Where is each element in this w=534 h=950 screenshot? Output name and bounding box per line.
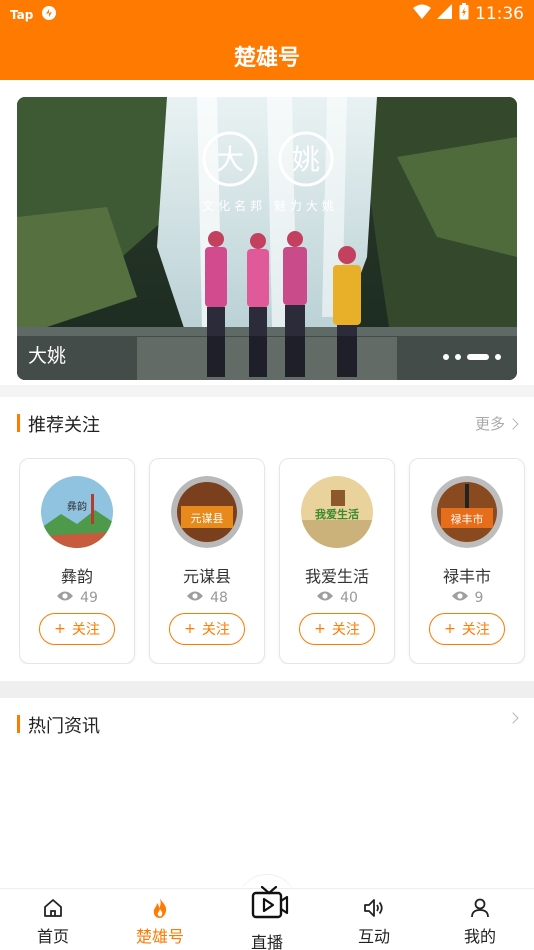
carousel-dot[interactable] bbox=[455, 354, 461, 360]
status-bar: Tap 11:36 bbox=[0, 0, 534, 28]
eye-icon bbox=[56, 590, 74, 606]
carousel-dot[interactable] bbox=[495, 354, 501, 360]
avatar-text: 元谋县 bbox=[191, 512, 224, 525]
view-count: 9 bbox=[410, 590, 524, 606]
view-count: 40 bbox=[280, 590, 394, 606]
tab-live[interactable]: 直播 bbox=[227, 885, 307, 950]
app-header: Tap 11:36 楚雄号 bbox=[0, 0, 534, 80]
follow-label: 关注 bbox=[461, 622, 490, 638]
view-count-value: 40 bbox=[340, 590, 358, 606]
life-logo-avatar: 我爱生活 bbox=[301, 476, 373, 548]
carousel-dots[interactable] bbox=[443, 354, 501, 360]
status-left: Tap bbox=[10, 5, 57, 24]
view-count-value: 49 bbox=[80, 590, 98, 606]
plus-icon: + bbox=[444, 621, 456, 637]
tv-play-icon bbox=[249, 883, 289, 923]
eye-icon bbox=[451, 590, 469, 606]
avatar-text: 禄丰市 bbox=[451, 512, 484, 526]
home-icon bbox=[41, 896, 65, 920]
account-card[interactable]: 禄丰市 禄丰市 9 + 关注 bbox=[409, 458, 525, 664]
flame-icon bbox=[148, 896, 172, 920]
plus-icon: + bbox=[184, 621, 196, 637]
more-label: 更多 bbox=[474, 415, 505, 433]
banner-slogan: 文化名邦 魅力大姚 bbox=[202, 198, 338, 213]
status-right: 11:36 bbox=[413, 3, 524, 25]
news-section-header[interactable]: 热门资讯 bbox=[0, 699, 534, 749]
view-count: 48 bbox=[150, 590, 264, 606]
recommend-title: 推荐关注 bbox=[28, 415, 100, 436]
avatar-text: 我爱生活 bbox=[315, 507, 359, 521]
clock: 11:36 bbox=[475, 4, 524, 24]
tab-home[interactable]: 首页 bbox=[13, 889, 93, 950]
account-card[interactable]: 彝韵 彝韵 49 + 关注 bbox=[19, 458, 135, 664]
wifi-icon bbox=[413, 4, 431, 25]
account-name: 我爱生活 bbox=[304, 567, 369, 586]
eye-icon bbox=[316, 590, 334, 606]
bottom-tab-bar: 首页 楚雄号 直播 互动 我的 bbox=[0, 885, 534, 950]
banner-char-1: 大 bbox=[216, 143, 244, 176]
carrier-label: Tap bbox=[10, 7, 34, 22]
tab-interact[interactable]: 互动 bbox=[334, 889, 414, 950]
tab-label: 首页 bbox=[36, 927, 69, 946]
page-title: 楚雄号 bbox=[233, 46, 300, 71]
lufeng-badge-avatar: 禄丰市 bbox=[431, 476, 503, 548]
recommend-carousel[interactable]: 彝韵 彝韵 49 + 关注 元谋县 元谋县 48 + 关注 我爱生活 我爱生活 … bbox=[19, 458, 534, 664]
banner-char-2: 姚 bbox=[292, 143, 320, 176]
account-card[interactable]: 我爱生活 我爱生活 40 + 关注 bbox=[279, 458, 395, 664]
news-more-link[interactable] bbox=[507, 712, 519, 724]
battery-icon bbox=[459, 3, 469, 25]
avatar-text: 彝韵 bbox=[67, 500, 87, 513]
account-name: 彝韵 bbox=[60, 567, 93, 586]
follow-button[interactable]: + 关注 bbox=[39, 613, 115, 645]
user-icon bbox=[468, 896, 492, 920]
carousel-dot-active[interactable] bbox=[467, 354, 489, 360]
sync-icon bbox=[41, 5, 57, 24]
follow-label: 关注 bbox=[71, 622, 100, 638]
chevron-right-icon bbox=[507, 417, 519, 430]
banner-caption: 大姚 bbox=[28, 345, 67, 367]
tab-label: 互动 bbox=[357, 927, 390, 946]
section-accent-bar bbox=[17, 715, 20, 733]
section-accent-bar bbox=[17, 414, 20, 432]
news-title: 热门资讯 bbox=[28, 716, 100, 737]
follow-button[interactable]: + 关注 bbox=[429, 613, 505, 645]
view-count-value: 48 bbox=[210, 590, 228, 606]
account-name: 禄丰市 bbox=[442, 567, 491, 586]
section-divider bbox=[0, 681, 534, 698]
follow-label: 关注 bbox=[201, 622, 230, 638]
tab-label: 直播 bbox=[250, 933, 283, 950]
banner-caption-bar bbox=[17, 336, 517, 380]
speaker-icon bbox=[362, 896, 386, 920]
mountain-scene-avatar: 彝韵 bbox=[41, 476, 113, 548]
section-divider bbox=[0, 385, 534, 397]
account-name: 元谋县 bbox=[182, 567, 231, 586]
tab-label: 楚雄号 bbox=[135, 927, 184, 946]
account-card[interactable]: 元谋县 元谋县 48 + 关注 bbox=[149, 458, 265, 664]
carousel-dot[interactable] bbox=[443, 354, 449, 360]
app-screen: Tap 11:36 楚雄号 大 姚 文化名邦 魅力大姚 大姚 推荐关注 更多 彝… bbox=[0, 0, 534, 950]
follow-button[interactable]: + 关注 bbox=[169, 613, 245, 645]
recommend-section-header: 推荐关注 更多 bbox=[0, 398, 534, 448]
tab-mine[interactable]: 我的 bbox=[440, 889, 520, 950]
plus-icon: + bbox=[54, 621, 66, 637]
eye-icon bbox=[186, 590, 204, 606]
more-link[interactable]: 更多 bbox=[474, 413, 519, 434]
view-count: 49 bbox=[20, 590, 134, 606]
chevron-right-icon bbox=[507, 712, 519, 724]
follow-label: 关注 bbox=[331, 622, 360, 638]
follow-button[interactable]: + 关注 bbox=[299, 613, 375, 645]
plus-icon: + bbox=[314, 621, 326, 637]
yuanmou-badge-avatar: 元谋县 bbox=[171, 476, 243, 548]
banner-carousel[interactable]: 大 姚 文化名邦 魅力大姚 大姚 bbox=[17, 97, 517, 380]
tab-chuxiong[interactable]: 楚雄号 bbox=[120, 889, 200, 950]
view-count-value: 9 bbox=[474, 590, 484, 606]
tab-label: 我的 bbox=[463, 927, 496, 946]
signal-icon bbox=[437, 3, 453, 25]
